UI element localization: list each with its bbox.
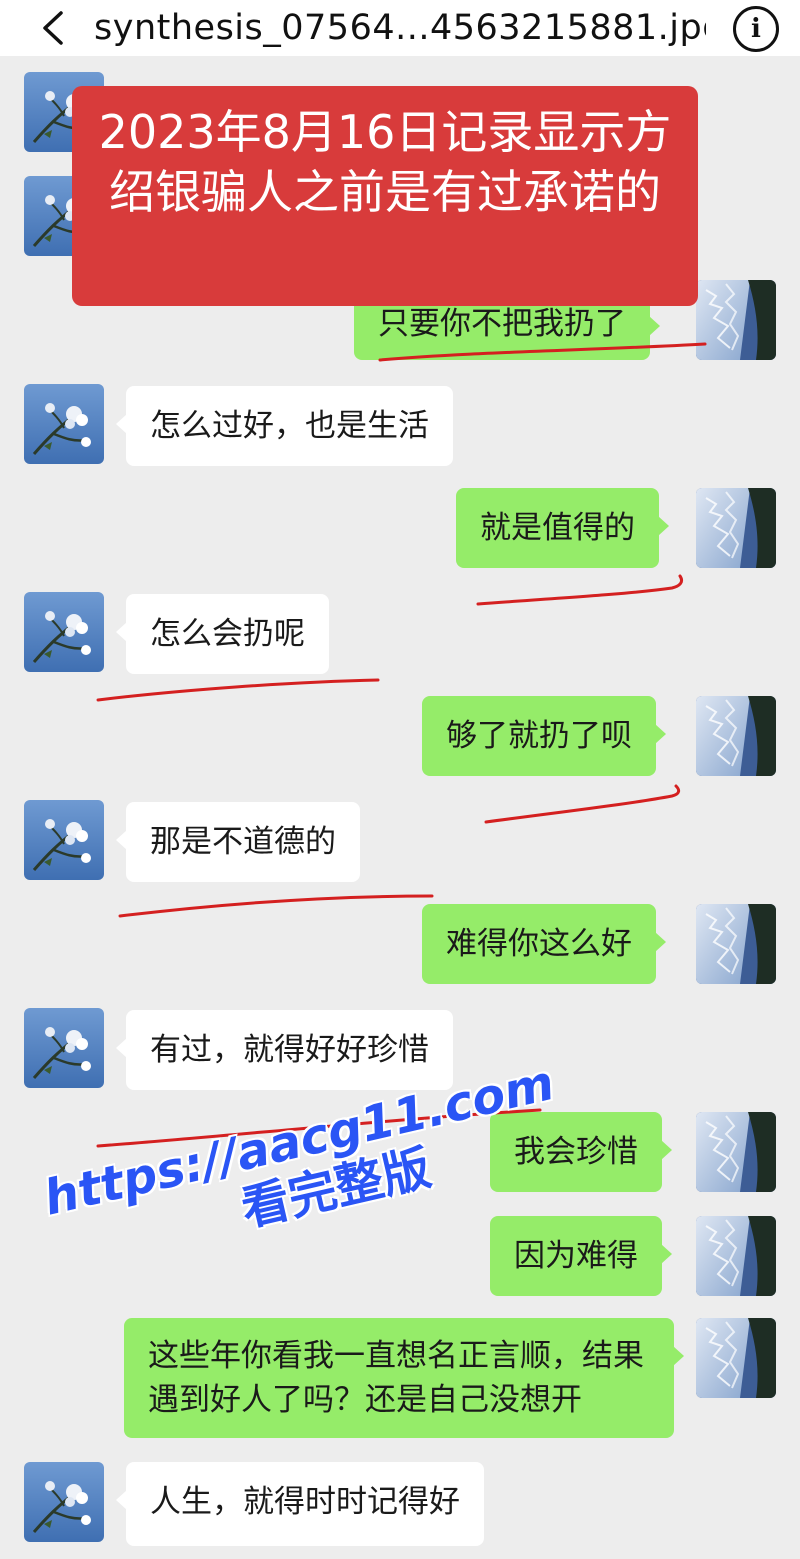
waterfall-avatar-image <box>696 1318 776 1398</box>
message-bubble-sent[interactable]: 就是值得的 <box>456 488 669 568</box>
flower-avatar-image <box>24 1462 104 1542</box>
contact-avatar[interactable] <box>24 384 104 464</box>
self-avatar[interactable] <box>696 696 776 776</box>
flower-avatar-image <box>24 384 104 464</box>
chevron-left-icon <box>43 11 63 45</box>
info-button[interactable]: i <box>733 6 779 52</box>
waterfall-avatar-image <box>696 904 776 984</box>
message-bubble-received[interactable]: 怎么过好，也是生活 <box>116 386 453 466</box>
message-bubble-received[interactable]: 怎么会扔呢 <box>116 594 329 674</box>
self-avatar[interactable] <box>696 1112 776 1192</box>
contact-avatar[interactable] <box>24 800 104 880</box>
file-name-title: synthesis_07564...4563215881.jpg <box>94 8 706 48</box>
message-bubble-received[interactable]: 人生，就得时时记得好 <box>116 1462 484 1546</box>
top-bar: synthesis_07564...4563215881.jpg i <box>0 0 800 56</box>
contact-avatar[interactable] <box>24 1462 104 1542</box>
self-avatar[interactable] <box>696 280 776 360</box>
message-bubble-received[interactable]: 那是不道德的 <box>116 802 360 882</box>
message-bubble-sent[interactable]: 因为难得 <box>490 1216 672 1296</box>
self-avatar[interactable] <box>696 1216 776 1296</box>
back-button[interactable] <box>30 6 74 50</box>
self-avatar[interactable] <box>696 488 776 568</box>
contact-avatar[interactable] <box>24 592 104 672</box>
flower-avatar-image <box>24 800 104 880</box>
self-avatar[interactable] <box>696 904 776 984</box>
info-icon: i <box>751 14 761 44</box>
self-avatar[interactable] <box>696 1318 776 1398</box>
message-bubble-sent[interactable]: 这些年你看我一直想名正言顺，结果遇到好人了吗？还是自己没想开 <box>124 1318 684 1438</box>
waterfall-avatar-image <box>696 488 776 568</box>
flower-avatar-image <box>24 592 104 672</box>
waterfall-avatar-image <box>696 1112 776 1192</box>
waterfall-avatar-image <box>696 696 776 776</box>
annotation-banner: 2023年8月16日记录显示方绍银骗人之前是有过承诺的 <box>72 86 698 306</box>
message-bubble-sent[interactable]: 够了就扔了呗 <box>422 696 666 776</box>
waterfall-avatar-image <box>696 1216 776 1296</box>
waterfall-avatar-image <box>696 280 776 360</box>
